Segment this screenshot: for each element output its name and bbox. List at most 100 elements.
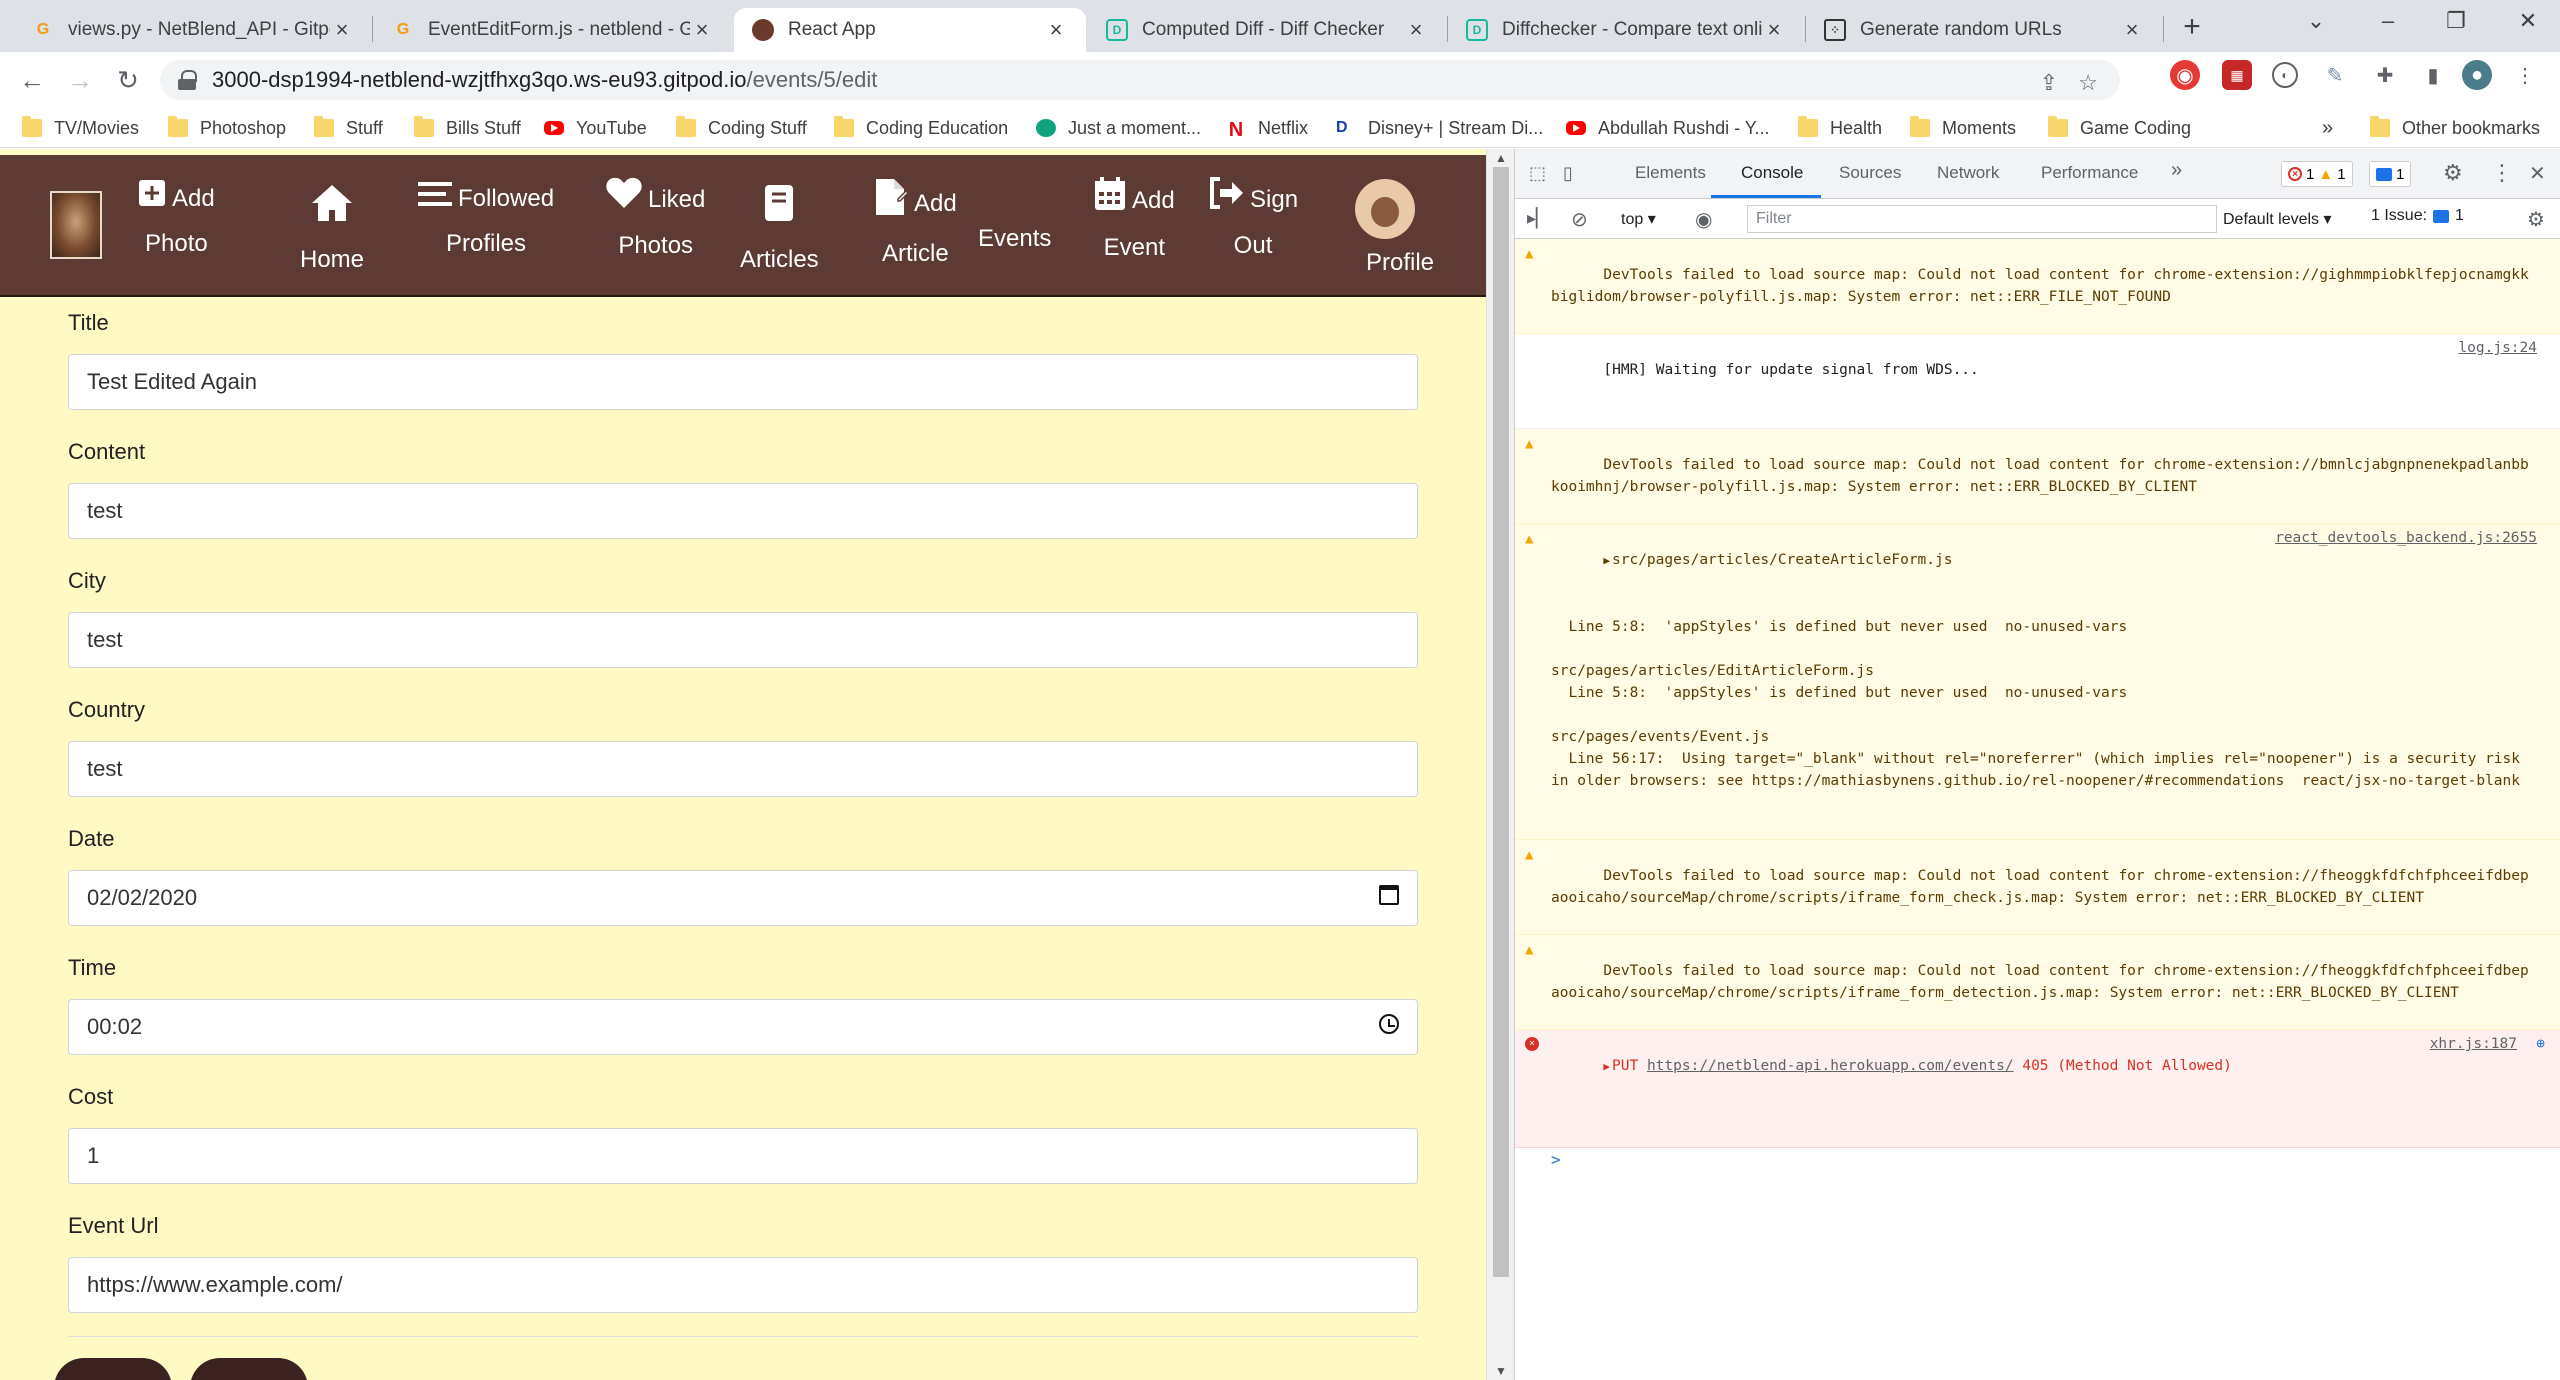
bookmark-coding-stuff[interactable]: Coding Stuff <box>676 114 807 142</box>
side-panel-icon[interactable]: ▮ <box>2418 60 2448 90</box>
nav-add-article[interactable]: Add Article <box>874 177 957 276</box>
page-scrollbar[interactable]: ▲ ▼ <box>1486 149 1514 1380</box>
live-expression-eye-icon[interactable]: ◉ <box>1695 207 1712 231</box>
nav-add-event[interactable]: Add Event <box>1094 177 1175 270</box>
bookmark-star-icon[interactable]: ☆ <box>2078 70 2098 96</box>
forward-arrow-icon[interactable]: → <box>62 64 98 96</box>
cancel-button[interactable] <box>54 1358 172 1380</box>
nav-followed-profiles[interactable]: Followed Profiles <box>418 177 554 266</box>
more-tabs-chevron[interactable]: » <box>2171 159 2182 182</box>
nav-sign-out[interactable]: Sign Out <box>1208 177 1298 268</box>
browser-tab[interactable]: D Diffchecker - Compare text online × <box>1448 8 1804 52</box>
source-link[interactable]: xhr.js:187 <box>2430 1033 2517 1055</box>
nav-articles[interactable]: Articles <box>740 183 819 282</box>
close-tab-icon[interactable]: × <box>2120 17 2144 43</box>
console-filter-input[interactable]: Filter <box>1747 205 2217 233</box>
bookmark-abdullah-rushdi[interactable]: Abdullah Rushdi - Y... <box>1566 114 1769 142</box>
clock-icon[interactable] <box>1379 1014 1399 1040</box>
brand-logo[interactable] <box>50 191 102 259</box>
console-warning-group[interactable]: ▲ ▶ src/pages/articles/CreateArticleForm.j… <box>1515 524 2560 840</box>
bookmark-netflix[interactable]: N Netflix <box>1226 114 1308 142</box>
close-tab-icon[interactable]: × <box>1044 17 1068 43</box>
console-settings-gear-icon[interactable]: ⚙ <box>2527 207 2545 231</box>
browser-tab-active[interactable]: React App × <box>734 8 1086 52</box>
tab-search-icon[interactable]: ⌄ <box>2296 8 2336 34</box>
bookmark-stuff[interactable]: Stuff <box>314 114 383 142</box>
error-warning-counter[interactable]: × 1 ▲ 1 <box>2281 161 2353 187</box>
cost-input[interactable]: 1 <box>68 1128 1418 1184</box>
request-url-link[interactable]: https://netblend-api.herokuapp.com/event… <box>1647 1058 2014 1074</box>
close-tab-icon[interactable]: × <box>1762 17 1786 43</box>
tab-performance[interactable]: Performance <box>2041 163 2138 183</box>
close-tab-icon[interactable]: × <box>690 17 714 43</box>
nav-home[interactable]: Home <box>300 183 364 282</box>
console-prompt[interactable]: > <box>1515 1148 2560 1171</box>
nav-liked-photos[interactable]: Liked Photos <box>606 177 705 268</box>
city-input[interactable]: test <box>68 612 1418 668</box>
extensions-puzzle-icon[interactable]: ✚ <box>2370 60 2400 90</box>
browser-tab[interactable]: ⁘ Generate random URLs × <box>1806 8 2162 52</box>
country-input[interactable]: test <box>68 741 1418 797</box>
scroll-down-arrow-icon[interactable]: ▼ <box>1495 1364 1507 1378</box>
close-window-icon[interactable]: ✕ <box>2508 8 2548 34</box>
scroll-up-arrow-icon[interactable]: ▲ <box>1495 151 1507 165</box>
bookmark-game-coding[interactable]: Game Coding <box>2048 114 2191 142</box>
bookmark-just-a-moment[interactable]: Just a moment... <box>1036 114 1201 142</box>
bookmark-health[interactable]: Health <box>1798 114 1882 142</box>
close-tab-icon[interactable]: × <box>330 17 354 43</box>
calendar-picker-icon[interactable] <box>1379 885 1399 911</box>
chrome-menu-icon[interactable]: ⋮ <box>2510 60 2540 90</box>
bookmark-tv-movies[interactable]: TV/Movies <box>22 114 139 142</box>
bookmark-coding-education[interactable]: Coding Education <box>834 114 1008 142</box>
reload-icon[interactable]: ↻ <box>110 64 146 96</box>
tab-network[interactable]: Network <box>1937 163 1999 183</box>
extension-icon[interactable]: ◐ <box>2272 62 2298 88</box>
back-arrow-icon[interactable]: ← <box>14 64 50 96</box>
log-levels-dropdown[interactable]: Default levels ▾ <box>2223 209 2332 229</box>
clear-console-icon[interactable]: ⊘ <box>1571 207 1588 231</box>
nav-add-photo[interactable]: Add Photo <box>138 177 215 266</box>
source-link[interactable]: react_devtools_backend.js:2655 <box>2275 527 2537 549</box>
devtools-menu-icon[interactable]: ⋮ <box>2491 161 2513 186</box>
other-bookmarks[interactable]: Other bookmarks <box>2370 114 2540 142</box>
save-button[interactable] <box>190 1358 308 1380</box>
bookmark-moments[interactable]: Moments <box>1910 114 2016 142</box>
color-picker-extension-icon[interactable]: ▦ <box>2222 60 2252 90</box>
time-input[interactable]: 00:02 <box>68 999 1418 1055</box>
adblock-extension-icon[interactable]: ◉ <box>2170 60 2200 90</box>
nav-events[interactable]: Events <box>978 217 1051 261</box>
scroll-thumb[interactable] <box>1493 167 1509 1277</box>
profile-avatar[interactable] <box>1355 179 1415 239</box>
bookmark-photoshop[interactable]: Photoshop <box>168 114 286 142</box>
sidebar-toggle-icon[interactable]: ▸▏ <box>1527 208 1550 229</box>
share-icon[interactable]: ⇪ <box>2040 70 2058 96</box>
event-url-input[interactable]: https://www.example.com/ <box>68 1257 1418 1313</box>
browser-tab[interactable]: D Computed Diff - Diff Checker × <box>1088 8 1446 52</box>
restore-icon[interactable]: ❐ <box>2436 8 2476 34</box>
tab-console[interactable]: Console <box>1741 163 1803 183</box>
device-toolbar-icon[interactable]: ▯ <box>1563 163 1573 184</box>
account-avatar-icon[interactable]: ● <box>2462 60 2492 90</box>
inspect-element-icon[interactable]: ⬚ <box>1529 163 1546 184</box>
tab-sources[interactable]: Sources <box>1839 163 1901 183</box>
title-input[interactable]: Test Edited Again <box>68 354 1418 410</box>
source-link[interactable]: log.js:24 <box>2458 337 2537 359</box>
browser-tab[interactable]: G EventEditForm.js - netblend - Gitpod × <box>374 8 732 52</box>
expand-triangle-icon[interactable]: ▶ <box>1603 1060 1610 1073</box>
content-textarea[interactable]: test <box>68 483 1418 539</box>
issues-chip[interactable]: 1 Issue: 1 <box>2371 207 2464 225</box>
context-select[interactable]: top ▾ <box>1621 209 1656 229</box>
feather-extension-icon[interactable]: ✎ <box>2320 60 2350 90</box>
bookmark-youtube[interactable]: YouTube <box>544 114 647 142</box>
tab-elements[interactable]: Elements <box>1635 163 1706 183</box>
nav-profile[interactable]: Profile <box>1366 241 1434 285</box>
more-bookmarks-chevron[interactable]: » <box>2322 114 2333 142</box>
browser-tab[interactable]: G views.py - NetBlend_API - Gitpod × <box>14 8 372 52</box>
close-tab-icon[interactable]: × <box>1404 17 1428 43</box>
minimize-icon[interactable]: – <box>2368 8 2408 34</box>
address-bar[interactable]: 3000-dsp1994-netblend-wzjtfhxg3qo.ws-eu9… <box>160 60 2120 100</box>
date-input[interactable]: 02/02/2020 <box>68 870 1418 926</box>
lock-icon[interactable] <box>178 70 197 90</box>
info-counter[interactable]: 1 <box>2369 161 2412 187</box>
settings-gear-icon[interactable]: ⚙ <box>2443 161 2463 186</box>
